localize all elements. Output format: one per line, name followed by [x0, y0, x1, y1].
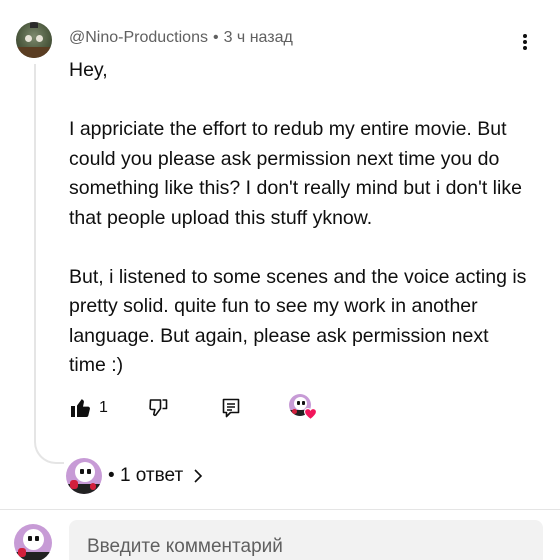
avatar-eye-left: [25, 35, 32, 42]
thumb-down-icon: [149, 399, 168, 417]
comment-text: Hey, I appriciate the effort to redub my…: [69, 59, 527, 376]
section-divider: [0, 509, 560, 510]
author-avatar[interactable]: [16, 22, 52, 58]
avatar-chimney: [30, 22, 38, 28]
reply-icon: [222, 398, 240, 418]
header-separator: •: [212, 29, 219, 46]
creator-heart-badge: [289, 394, 319, 422]
thumb-up-icon: [71, 399, 90, 417]
dislike-button[interactable]: [147, 394, 171, 422]
comment-input[interactable]: Введите комментарий: [69, 520, 543, 560]
comment-timestamp[interactable]: 3 ч назад: [224, 29, 293, 46]
reply-button[interactable]: [219, 394, 243, 422]
comment-header: @Nino-Productions • 3 ч назад: [69, 29, 293, 47]
chevron-right-icon: [194, 469, 203, 483]
comment-actions: 1: [69, 394, 369, 422]
like-count: 1: [99, 399, 108, 416]
avatar-eye-right: [36, 35, 43, 42]
view-replies-button[interactable]: • 1 ответ: [66, 458, 203, 494]
like-button[interactable]: 1: [69, 394, 108, 422]
avatar-band: [16, 47, 52, 58]
heart-icon: [304, 408, 317, 420]
current-user-avatar: [14, 524, 52, 560]
reply-avatar: [66, 458, 102, 494]
thread-connector-line: [34, 64, 64, 464]
kebab-icon[interactable]: [516, 31, 534, 53]
author-name[interactable]: @Nino-Productions: [69, 29, 208, 46]
replies-count-label: • 1 ответ: [108, 465, 184, 486]
